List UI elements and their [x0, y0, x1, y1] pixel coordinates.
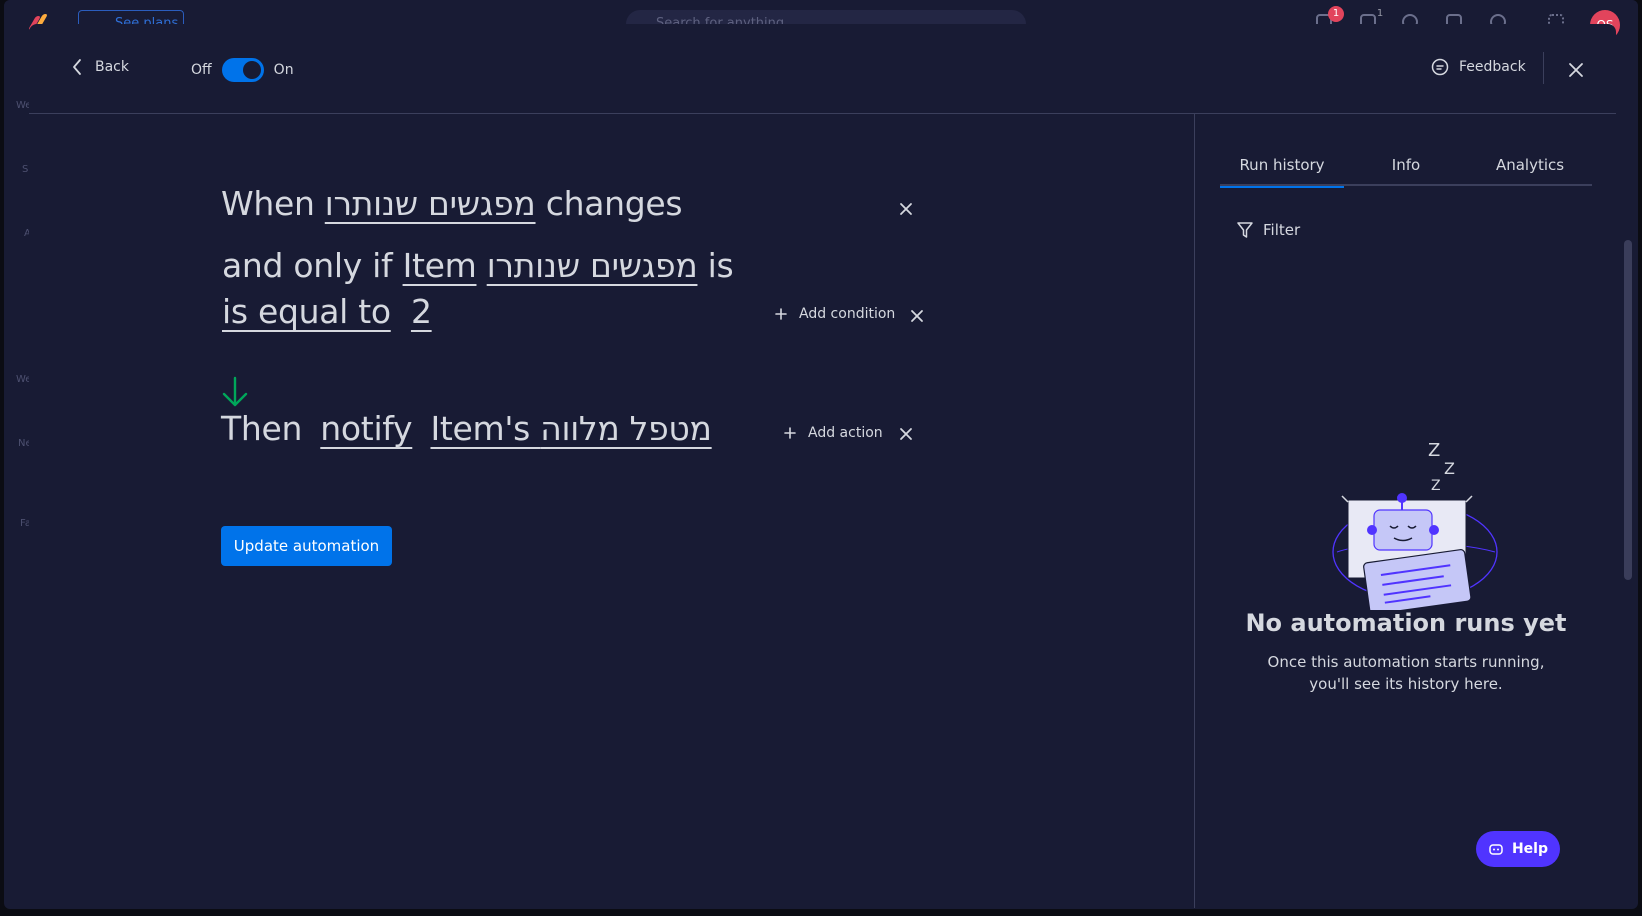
condition-column-link[interactable]: מפגשים שנותרו — [487, 246, 698, 285]
chat-bubble-icon — [1431, 58, 1449, 76]
modal-header: Back Off On Feedback — [29, 24, 1616, 114]
tab-run-history[interactable]: Run history — [1220, 144, 1344, 188]
trigger-changes: changes — [545, 184, 683, 223]
action-verb-link[interactable]: notify — [320, 409, 412, 448]
filter-icon — [1237, 222, 1253, 238]
back-label: Back — [95, 59, 129, 75]
panel-tabs: Run history Info Analytics — [1220, 144, 1592, 188]
trigger-when: When — [221, 184, 315, 223]
plus-icon — [784, 427, 796, 439]
empty-state-line-1: Once this automation starts running, — [1267, 653, 1545, 671]
condition-and-only-if: and only if — [222, 246, 393, 285]
remove-action-button[interactable] — [897, 425, 915, 443]
empty-state-line-2: you'll see its history here. — [1309, 675, 1503, 693]
empty-state-title: No automation runs yet — [1245, 609, 1567, 637]
header-divider — [1543, 52, 1544, 84]
run-history-panel: Run history Info Analytics Filter Z Z Z — [1194, 114, 1616, 908]
add-condition-button[interactable]: Add condition — [775, 306, 895, 322]
notification-badge: 1 — [1328, 6, 1344, 22]
automation-toggle[interactable] — [221, 58, 264, 82]
feedback-button[interactable]: Feedback — [1431, 58, 1526, 76]
empty-state-description: Once this automation starts running, you… — [1195, 651, 1616, 695]
condition-sentence-line2: is equal to 2 — [222, 292, 432, 331]
action-target-link[interactable]: Item's מטפל מלווה — [430, 409, 711, 448]
filter-button[interactable]: Filter — [1237, 221, 1300, 239]
trigger-column-link[interactable]: מפגשים שנותרו — [325, 184, 536, 223]
help-bot-icon — [1489, 844, 1503, 855]
side-label: S — [22, 164, 29, 175]
close-icon — [900, 203, 912, 215]
condition-value-link[interactable]: 2 — [411, 292, 432, 331]
inbox-badge: 1 — [1376, 8, 1384, 19]
action-sentence: Then notify Item's מטפל מלווה — [221, 409, 712, 448]
automation-modal: Back Off On Feedback When מפגשים שנותרו … — [29, 24, 1616, 908]
sleeping-robot-illustration: Z Z Z — [1332, 440, 1498, 610]
plus-icon — [775, 308, 787, 320]
close-icon — [1569, 63, 1583, 77]
toggle-on-label: On — [273, 62, 294, 78]
add-condition-label: Add condition — [799, 306, 896, 322]
zzz-large: Z — [1428, 440, 1440, 461]
tab-analytics[interactable]: Analytics — [1468, 144, 1592, 186]
trigger-sentence: When מפגשים שנותרו changes — [221, 184, 683, 223]
background-scrollbar[interactable] — [1624, 240, 1632, 580]
condition-item-link[interactable]: Item — [403, 246, 477, 285]
feedback-label: Feedback — [1459, 59, 1526, 75]
remove-trigger-button[interactable] — [897, 200, 915, 218]
filter-label: Filter — [1263, 221, 1301, 239]
add-action-button[interactable]: Add action — [784, 425, 883, 441]
zzz-small: Z — [1431, 478, 1441, 494]
close-icon — [911, 310, 923, 322]
condition-operator-link[interactable]: is equal to — [222, 292, 391, 331]
help-button[interactable]: Help — [1476, 831, 1560, 867]
back-button[interactable]: Back — [71, 58, 129, 76]
chevron-left-icon — [73, 59, 81, 75]
remove-condition-button[interactable] — [908, 307, 926, 325]
toggle-off-label: Off — [191, 62, 212, 78]
action-then: Then — [221, 409, 303, 448]
zzz-medium: Z — [1444, 459, 1455, 478]
help-label: Help — [1511, 841, 1549, 857]
update-automation-button[interactable]: Update automation — [221, 526, 392, 566]
close-modal-button[interactable] — [1562, 56, 1590, 84]
add-action-label: Add action — [808, 425, 883, 441]
toggle-knob — [242, 61, 261, 79]
arrow-down-icon — [222, 376, 248, 407]
condition-is: is — [707, 246, 734, 285]
condition-sentence-line1: and only if Item מפגשים שנותרו is — [222, 246, 734, 285]
automation-toggle-group: Off On — [191, 58, 294, 82]
tab-info[interactable]: Info — [1344, 144, 1468, 186]
close-icon — [900, 428, 912, 440]
